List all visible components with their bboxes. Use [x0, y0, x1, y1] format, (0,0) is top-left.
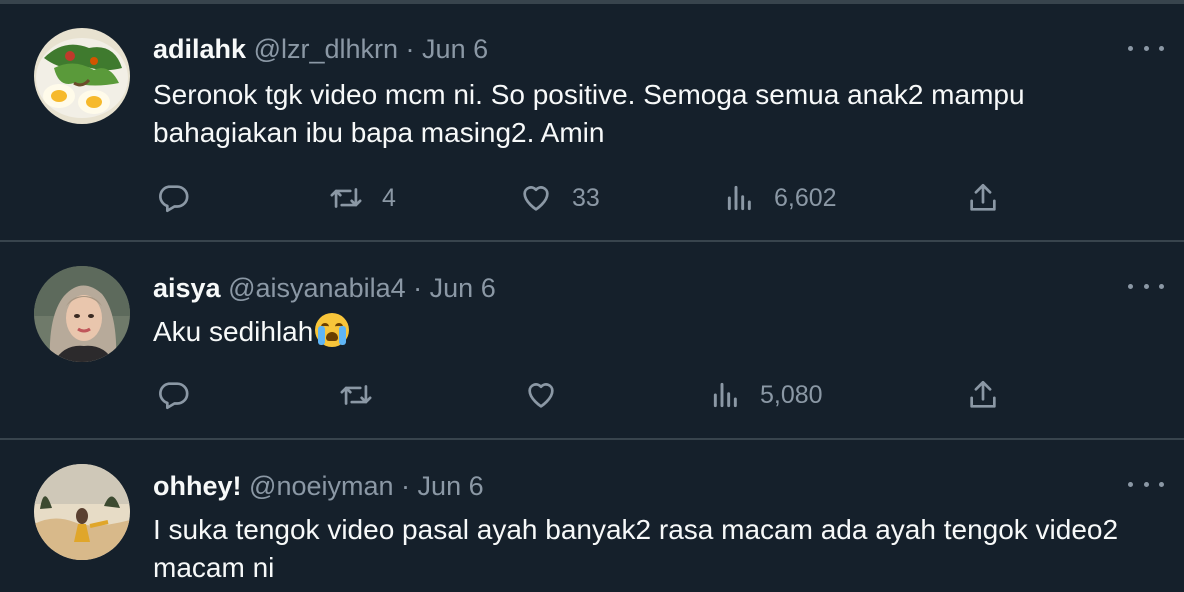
- tweet-text: I suka tengok video pasal ayah banyak2 r…: [153, 514, 1119, 583]
- tweet-date[interactable]: Jun 6: [422, 34, 488, 64]
- tweet-header: adilahk @lzr_dlhkrn · Jun 6: [153, 33, 488, 65]
- like-button[interactable]: 33: [518, 181, 600, 215]
- tweet-text-content: Aku sedihlah: [153, 316, 314, 347]
- avatar[interactable]: [34, 464, 130, 560]
- loudly-crying-face-icon: [315, 313, 350, 347]
- share-icon: [970, 380, 996, 408]
- retweet-button[interactable]: [338, 378, 374, 412]
- views-icon: [727, 185, 751, 211]
- retweet-button[interactable]: 4: [328, 181, 396, 215]
- view-count: 5,080: [760, 380, 823, 409]
- user-handle[interactable]: @aisyanabila4: [228, 273, 406, 303]
- action-bar: 5,080: [0, 376, 1184, 416]
- more-options-icon[interactable]: [1128, 276, 1164, 296]
- user-handle[interactable]: @lzr_dlhkrn: [254, 34, 398, 64]
- reply-button[interactable]: [156, 181, 190, 215]
- tweet-header: ohhey! @noeiyman · Jun 6: [153, 470, 484, 502]
- retweet-icon: [340, 385, 372, 405]
- tweet-date[interactable]: Jun 6: [418, 471, 484, 501]
- action-bar: 4 33 6,602: [0, 179, 1184, 219]
- display-name[interactable]: adilahk: [153, 34, 246, 64]
- share-button[interactable]: [966, 181, 1000, 215]
- views-button[interactable]: 5,080: [710, 378, 823, 412]
- tweet-text: Seronok tgk video mcm ni. So positive. S…: [153, 79, 1025, 148]
- separator: ·: [405, 34, 415, 64]
- share-icon: [970, 183, 996, 211]
- tweet[interactable]: adilahk @lzr_dlhkrn · Jun 6 Seronok tgk …: [0, 0, 1184, 242]
- reply-icon: [159, 382, 189, 410]
- reply-icon: [159, 185, 189, 213]
- view-count: 6,602: [774, 183, 837, 212]
- tweet-date[interactable]: Jun 6: [430, 273, 496, 303]
- tweet-header: aisya @aisyanabila4 · Jun 6: [153, 272, 496, 304]
- like-count: 33: [572, 183, 600, 212]
- more-options-icon[interactable]: [1128, 474, 1164, 494]
- tweet[interactable]: aisya @aisyanabila4 · Jun 6 Aku sedihlah…: [0, 242, 1184, 440]
- display-name[interactable]: aisya: [153, 273, 221, 303]
- user-handle[interactable]: @noeiyman: [249, 471, 393, 501]
- views-icon: [713, 382, 737, 408]
- reply-button[interactable]: [156, 378, 190, 412]
- retweet-count: 4: [382, 183, 396, 212]
- heart-icon: [523, 186, 549, 211]
- share-button[interactable]: [966, 378, 1000, 412]
- avatar[interactable]: [34, 266, 130, 362]
- tweet[interactable]: ohhey! @noeiyman · Jun 6 I suka tengok v…: [0, 440, 1184, 592]
- retweet-icon: [330, 188, 362, 208]
- tweet-text: Aku sedihlah: [153, 313, 1153, 351]
- avatar[interactable]: [34, 28, 130, 124]
- separator: ·: [413, 273, 423, 303]
- separator: ·: [401, 471, 411, 501]
- more-options-icon[interactable]: [1128, 38, 1164, 58]
- display-name[interactable]: ohhey!: [153, 471, 242, 501]
- like-button[interactable]: [523, 378, 559, 412]
- views-button[interactable]: 6,602: [724, 181, 837, 215]
- heart-icon: [528, 383, 554, 408]
